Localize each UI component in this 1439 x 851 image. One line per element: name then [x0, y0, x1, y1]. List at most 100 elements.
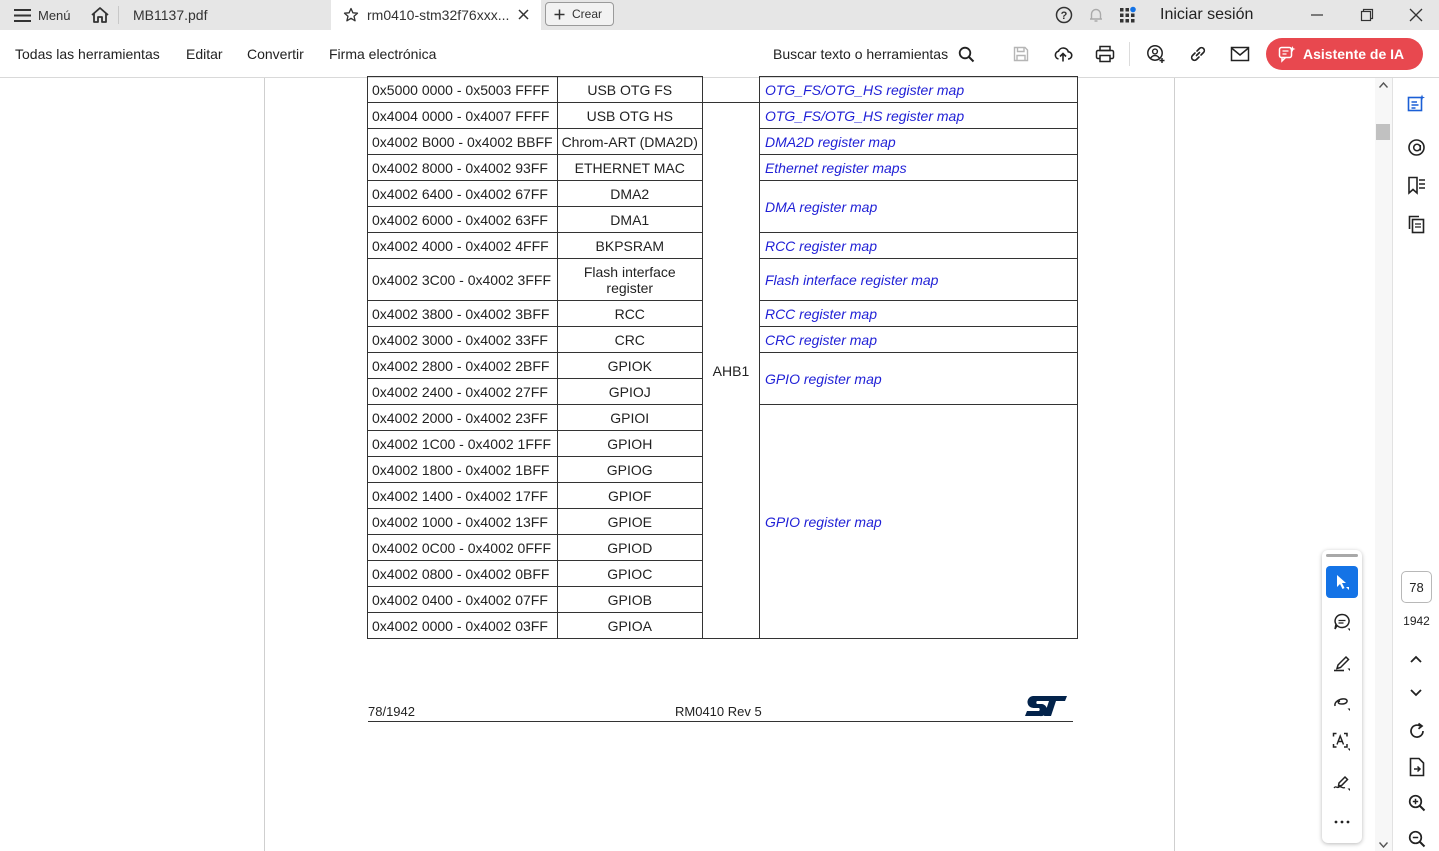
register-map-cell: GPIO register map: [758, 404, 1078, 639]
comment-bubble-icon: [1332, 612, 1352, 632]
highlighter-pen-icon: [1332, 652, 1352, 672]
peripheral-cell: Chrom-ART (DMA2D): [556, 128, 703, 155]
apps-button[interactable]: [1119, 0, 1137, 30]
peripheral-cell: GPIOI: [556, 404, 703, 431]
peripheral-cell: RCC: [556, 300, 703, 327]
peripheral-cell: GPIOD: [556, 534, 703, 561]
register-map-link[interactable]: RCC register map: [765, 306, 877, 322]
register-map-link[interactable]: DMA register map: [765, 199, 877, 215]
more-tools-button[interactable]: [1326, 806, 1358, 838]
register-map-link[interactable]: DMA2D register map: [765, 134, 896, 150]
menu-esign[interactable]: Firma electrónica: [329, 30, 436, 78]
panel-drag-handle[interactable]: [1326, 554, 1358, 557]
register-map-link[interactable]: CRC register map: [765, 332, 877, 348]
register-map-cell: GPIO register map: [758, 352, 1078, 405]
minimize-button[interactable]: [1310, 0, 1324, 30]
next-page-icon[interactable]: [1410, 689, 1422, 697]
extract-page-icon[interactable]: [1408, 757, 1426, 777]
address-cell: 0x4002 0C00 - 0x4002 0FFF: [367, 534, 558, 561]
upload-cloud-icon[interactable]: [1052, 43, 1074, 65]
bookmarks-icon[interactable]: [1407, 176, 1426, 195]
peripheral-cell: USB OTG HS: [556, 102, 703, 129]
page-number-input[interactable]: 78: [1401, 571, 1432, 603]
cursor-arrow-icon: [1333, 573, 1351, 591]
close-window-button[interactable]: [1409, 0, 1423, 30]
restore-button[interactable]: [1360, 0, 1374, 30]
zoom-in-icon[interactable]: [1408, 794, 1426, 812]
main-toolbar: Todas las herramientas Editar Convertir …: [0, 30, 1439, 78]
tab-mb1137[interactable]: MB1137.pdf: [119, 0, 331, 30]
scrollbar-thumb[interactable]: [1376, 124, 1390, 140]
ai-summary-icon[interactable]: [1407, 94, 1426, 113]
menu-all-tools[interactable]: Todas las herramientas: [15, 30, 160, 78]
link-icon[interactable]: [1187, 43, 1209, 65]
address-cell: 0x4002 0400 - 0x4002 07FF: [367, 586, 558, 613]
share-user-icon[interactable]: [1145, 43, 1167, 65]
address-cell: 0x4002 2800 - 0x4002 2BFF: [367, 352, 558, 379]
home-button[interactable]: [90, 0, 110, 30]
pages-icon[interactable]: [1407, 215, 1426, 234]
address-cell: 0x4002 1400 - 0x4002 17FF: [367, 482, 558, 509]
register-map-link[interactable]: OTG_FS/OTG_HS register map: [765, 82, 964, 98]
email-icon[interactable]: [1229, 43, 1251, 65]
previous-page-icon[interactable]: [1410, 655, 1422, 663]
save-icon[interactable]: [1010, 43, 1032, 65]
total-pages-label: 1942: [1403, 614, 1430, 628]
more-dots-icon: [1334, 820, 1350, 824]
select-tool-button[interactable]: [1326, 566, 1358, 598]
register-map-link[interactable]: Flash interface register map: [765, 272, 939, 288]
scroll-up-icon[interactable]: [1379, 82, 1388, 88]
register-map-link[interactable]: GPIO register map: [765, 514, 882, 530]
peripheral-cell: Flash interface register: [556, 258, 703, 301]
comments-icon[interactable]: [1407, 138, 1426, 157]
search-tools-button[interactable]: Buscar texto o herramientas: [773, 30, 975, 78]
help-button[interactable]: ?: [1055, 0, 1073, 30]
scroll-down-icon[interactable]: [1379, 842, 1388, 848]
st-logo: [1024, 694, 1068, 718]
peripheral-cell: GPIOK: [556, 352, 703, 379]
text-select-tool-button[interactable]: [1326, 726, 1358, 758]
zoom-out-icon[interactable]: [1408, 830, 1426, 848]
signin-link[interactable]: Iniciar sesión: [1160, 0, 1253, 30]
register-map-link[interactable]: GPIO register map: [765, 371, 882, 387]
register-map-link[interactable]: OTG_FS/OTG_HS register map: [765, 108, 964, 124]
tab-bar: Menú MB1137.pdf rm0410-stm32f76xxx... Cr…: [0, 0, 1439, 30]
address-cell: 0x4002 0800 - 0x4002 0BFF: [367, 560, 558, 587]
bus-cell: AHB1: [701, 102, 760, 639]
plus-icon: [554, 9, 565, 20]
address-cell: 0x4002 2400 - 0x4002 27FF: [367, 378, 558, 405]
home-icon: [90, 6, 110, 24]
peripheral-cell: GPIOF: [556, 482, 703, 509]
menu-edit[interactable]: Editar: [186, 30, 223, 78]
vertical-scrollbar[interactable]: [1375, 78, 1392, 851]
register-map-link[interactable]: RCC register map: [765, 238, 877, 254]
peripheral-cell: DMA2: [556, 180, 703, 207]
comment-tool-button[interactable]: [1326, 606, 1358, 638]
ai-assistant-button[interactable]: Asistente de IA: [1266, 38, 1423, 70]
star-icon[interactable]: [343, 7, 359, 23]
print-icon[interactable]: [1094, 43, 1116, 65]
register-map-cell: OTG_FS/OTG_HS register map: [758, 76, 1078, 103]
notifications-button[interactable]: [1087, 0, 1105, 30]
rotate-icon[interactable]: [1408, 722, 1426, 740]
address-cell: 0x4002 8000 - 0x4002 93FF: [367, 154, 558, 181]
register-map-cell: DMA register map: [758, 180, 1078, 233]
tab-rm0410[interactable]: rm0410-stm32f76xxx...: [331, 0, 541, 30]
register-map-cell: Ethernet register maps: [758, 154, 1078, 181]
menu-convert[interactable]: Convertir: [247, 30, 304, 78]
freehand-draw-icon: [1332, 692, 1352, 712]
close-tab-icon[interactable]: [517, 8, 530, 21]
draw-tool-button[interactable]: [1326, 686, 1358, 718]
table-row: 0x5000 0000 - 0x5003 FFFF USB OTG FS OTG…: [367, 76, 1078, 103]
bus-cell-empty: [701, 76, 760, 103]
tab-label: MB1137.pdf: [133, 7, 208, 23]
address-cell: 0x4002 0000 - 0x4002 03FF: [367, 612, 558, 639]
menu-button[interactable]: Menú: [14, 0, 71, 30]
create-button[interactable]: Crear: [545, 2, 614, 26]
register-map-link[interactable]: Ethernet register maps: [765, 160, 907, 176]
sign-tool-button[interactable]: [1326, 766, 1358, 798]
highlight-tool-button[interactable]: [1326, 646, 1358, 678]
restore-icon: [1360, 8, 1374, 22]
toolbar-divider: [1129, 42, 1130, 66]
address-cell: 0x4002 2000 - 0x4002 23FF: [367, 404, 558, 431]
